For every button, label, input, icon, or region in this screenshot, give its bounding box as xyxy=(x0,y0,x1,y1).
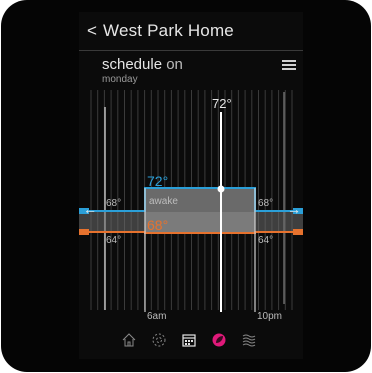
block-end-time: 10pm xyxy=(257,311,283,322)
thermostat-screen: < West Park Home schedule on monday 72° … xyxy=(79,12,303,359)
calendar-icon[interactable] xyxy=(181,332,197,348)
next-arrow[interactable]: → xyxy=(287,201,301,217)
current-temperature: 72° xyxy=(212,96,232,111)
leaf-icon[interactable] xyxy=(211,332,227,348)
schedule-graph xyxy=(79,90,303,312)
cool-edge-right xyxy=(293,229,303,235)
prev-arrow[interactable]: ← xyxy=(83,201,97,217)
right-low-label: 64° xyxy=(258,235,274,246)
now-marker[interactable] xyxy=(217,185,225,193)
left-low-label: 64° xyxy=(106,235,122,246)
right-high-label: 68° xyxy=(258,198,274,209)
cool-setpoint[interactable]: 68° xyxy=(147,217,168,233)
thermostat-device: < West Park Home schedule on monday 72° … xyxy=(1,0,371,372)
heat-waves-icon[interactable] xyxy=(241,332,257,348)
cool-line xyxy=(79,231,303,234)
fan-icon[interactable] xyxy=(151,332,167,348)
home-icon[interactable] xyxy=(121,332,137,348)
block-name: awake xyxy=(149,196,178,207)
heat-setpoint[interactable]: 72° xyxy=(147,173,168,189)
cool-edge-left xyxy=(79,229,89,235)
block-start-time: 6am xyxy=(147,311,167,322)
left-high-label: 68° xyxy=(106,198,122,209)
